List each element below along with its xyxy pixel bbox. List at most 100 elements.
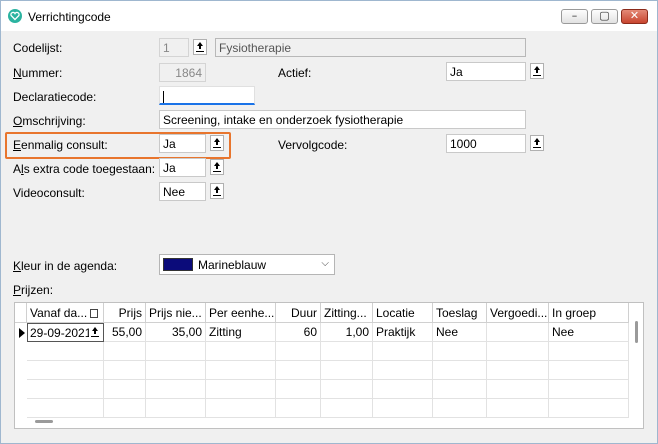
empty-cell[interactable] (104, 361, 146, 380)
empty-cell[interactable] (27, 361, 104, 380)
empty-cell[interactable] (549, 342, 629, 361)
filter-icon[interactable] (90, 309, 99, 319)
table-cell-vergoeding[interactable] (487, 323, 549, 342)
table-cell-zitting[interactable]: 1,00 (321, 323, 373, 342)
table-cell-prijs-niet[interactable]: 35,00 (146, 323, 206, 342)
actief-field[interactable]: Ja (446, 62, 526, 81)
column-header-label: Vanaf da... (30, 306, 88, 320)
videoconsult-field[interactable]: Nee (159, 182, 206, 201)
empty-cell[interactable] (433, 342, 487, 361)
empty-cell[interactable] (549, 399, 629, 418)
empty-cell[interactable] (146, 361, 206, 380)
empty-cell[interactable] (206, 399, 276, 418)
empty-cell[interactable] (276, 361, 321, 380)
maximize-button[interactable]: ▢ (591, 9, 618, 24)
current-row-indicator (19, 328, 25, 338)
column-header-in-groep[interactable]: In groep (549, 303, 629, 323)
empty-cell[interactable] (206, 380, 276, 399)
window-title: Verrichtingcode (28, 10, 111, 24)
minimize-icon: – (571, 9, 578, 22)
vervolgcode-field[interactable]: 1000 (446, 134, 526, 153)
table-cell-vanaf: 29-09-2021 (30, 326, 92, 340)
column-header-zitting[interactable]: Zitting... (321, 303, 373, 323)
kleur-combobox[interactable]: Marineblauw ⌵ (159, 254, 335, 275)
empty-cell[interactable] (27, 380, 104, 399)
codelijst-lookup-button[interactable] (193, 39, 207, 55)
vanaf-date-editor[interactable]: 29-09-2021 (27, 323, 104, 342)
declaratiecode-label: Declaratiecode: (13, 90, 97, 104)
empty-cell[interactable] (104, 342, 146, 361)
empty-cell[interactable] (487, 399, 549, 418)
date-picker-button[interactable] (89, 325, 102, 340)
empty-cell[interactable] (146, 399, 206, 418)
vervolgcode-label: Vervolgcode: (278, 138, 348, 152)
kleur-label: Kleur in de agenda: (13, 259, 118, 273)
videoconsult-label: Videoconsult: (13, 186, 85, 200)
table-cell-toeslag[interactable]: Nee (433, 323, 487, 342)
empty-cell[interactable] (206, 342, 276, 361)
empty-cell[interactable] (487, 342, 549, 361)
minimize-button[interactable]: – (561, 9, 588, 24)
empty-cell[interactable] (433, 361, 487, 380)
empty-cell[interactable] (276, 342, 321, 361)
empty-cell[interactable] (373, 380, 433, 399)
empty-cell[interactable] (433, 399, 487, 418)
vertical-scrollbar[interactable] (635, 321, 638, 343)
table-cell-per-eenheid[interactable]: Zitting (206, 323, 276, 342)
close-button[interactable]: ✕ (621, 9, 648, 24)
color-swatch (163, 258, 193, 271)
empty-cell[interactable] (146, 342, 206, 361)
column-header-duur[interactable]: Duur (276, 303, 321, 323)
horizontal-scrollbar[interactable] (35, 420, 53, 423)
empty-cell[interactable] (321, 342, 373, 361)
prices-grid: Vanaf da... Prijs Prijs nie... Per eenhe… (14, 302, 644, 429)
empty-cell[interactable] (104, 399, 146, 418)
column-header-per-eenheid[interactable]: Per eenhe... (206, 303, 276, 323)
empty-cell[interactable] (276, 380, 321, 399)
empty-cell[interactable] (487, 380, 549, 399)
codelijst-number-field: 1 (159, 38, 189, 57)
vervolgcode-lookup-button[interactable] (530, 135, 544, 151)
column-header-toeslag[interactable]: Toeslag (433, 303, 487, 323)
empty-cell[interactable] (373, 361, 433, 380)
empty-cell[interactable] (373, 399, 433, 418)
text-caret (163, 90, 164, 103)
videoconsult-dropdown-button[interactable] (210, 183, 224, 199)
empty-cell[interactable] (321, 399, 373, 418)
empty-cell[interactable] (206, 361, 276, 380)
column-header-vanaf[interactable]: Vanaf da... (27, 303, 104, 323)
omschrijving-input[interactable]: Screening, intake en onderzoek fysiother… (159, 110, 526, 129)
empty-cell[interactable] (321, 361, 373, 380)
column-header-vergoeding[interactable]: Vergoedi... (487, 303, 549, 323)
empty-cell[interactable] (321, 380, 373, 399)
eenmalig-consult-highlight (5, 132, 231, 159)
empty-cell[interactable] (146, 380, 206, 399)
empty-cell[interactable] (549, 380, 629, 399)
table-cell-locatie[interactable]: Praktijk (373, 323, 433, 342)
column-header-prijs-niet[interactable]: Prijs nie... (146, 303, 206, 323)
empty-cell[interactable] (549, 361, 629, 380)
actief-label: Actief: (278, 66, 312, 80)
table-cell-prijs[interactable]: 55,00 (104, 323, 146, 342)
app-heart-icon (8, 9, 22, 23)
empty-cell[interactable] (433, 380, 487, 399)
extra-code-dropdown-button[interactable] (210, 159, 224, 175)
table-cell-in-groep[interactable]: Nee (549, 323, 629, 342)
row-indicator-header (15, 303, 27, 323)
empty-cell[interactable] (487, 361, 549, 380)
empty-cell[interactable] (27, 399, 104, 418)
prijzen-label: Prijzen: (13, 283, 54, 297)
declaratiecode-input[interactable] (159, 86, 255, 105)
omschrijving-label: Omschrijving: (13, 114, 86, 128)
column-header-locatie[interactable]: Locatie (373, 303, 433, 323)
codelijst-label: Codelijst: (13, 41, 63, 55)
empty-cell[interactable] (373, 342, 433, 361)
empty-cell[interactable] (276, 399, 321, 418)
actief-dropdown-button[interactable] (530, 63, 544, 79)
column-header-prijs[interactable]: Prijs (104, 303, 146, 323)
extra-code-field[interactable]: Ja (159, 158, 206, 177)
empty-cell[interactable] (104, 380, 146, 399)
table-cell-duur[interactable]: 60 (276, 323, 321, 342)
empty-cell[interactable] (27, 342, 104, 361)
nummer-label: Nummer: (13, 66, 63, 80)
